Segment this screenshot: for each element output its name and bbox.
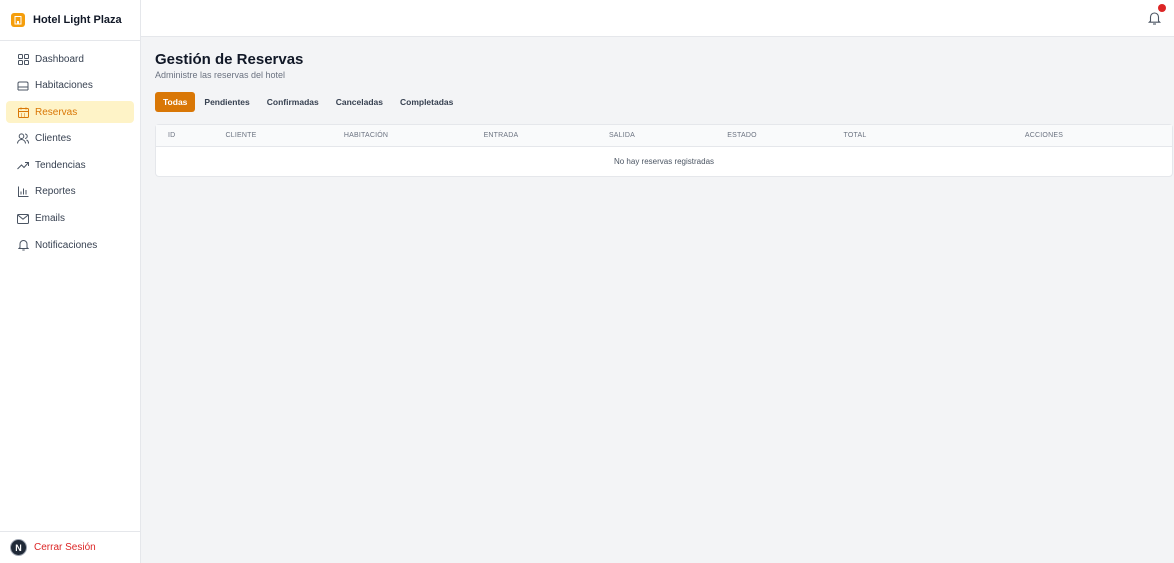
sidebar-item-tendencias[interactable]: Tendencias <box>6 154 134 176</box>
users-icon <box>17 133 29 145</box>
column-header-acciones[interactable]: ACCIONES <box>914 132 1174 139</box>
tab-pendientes[interactable]: Pendientes <box>196 92 257 112</box>
tab-canceladas[interactable]: Canceladas <box>328 92 391 112</box>
mail-icon <box>17 213 29 225</box>
tab-todas[interactable]: Todas <box>155 92 196 112</box>
column-header-estado[interactable]: ESTADO <box>688 132 796 139</box>
page-title: Gestión de Reservas <box>155 51 304 68</box>
tab-confirmadas[interactable]: Confirmadas <box>259 92 327 112</box>
brand-name: Hotel Light Plaza <box>33 14 122 26</box>
bell-icon <box>17 239 29 251</box>
sidebar-item-label: Reservas <box>35 106 78 118</box>
sidebar-item-reportes[interactable]: Reportes <box>6 181 134 203</box>
table-header: ID CLIENTE HABITACIÓN ENTRADA SALIDA EST… <box>156 125 1172 147</box>
column-header-entrada[interactable]: ENTRADA <box>446 132 556 139</box>
brand[interactable]: Hotel Light Plaza <box>0 0 140 41</box>
sidebar-item-dashboard[interactable]: Dashboard <box>6 48 134 70</box>
notifications-button[interactable] <box>1147 4 1166 25</box>
logout-button[interactable]: N Cerrar Sesión <box>0 531 140 563</box>
calendar-icon <box>17 106 29 118</box>
sidebar-item-reservas[interactable]: Reservas <box>6 101 134 124</box>
sidebar-item-label: Clientes <box>35 133 72 145</box>
sidebar-item-emails[interactable]: Emails <box>6 208 134 230</box>
sidebar-nav: Dashboard Habitaciones Reservas Clientes… <box>0 41 140 256</box>
tab-completadas[interactable]: Completadas <box>392 92 461 112</box>
bed-icon <box>17 80 29 92</box>
avatar: N <box>10 539 27 556</box>
column-header-cliente[interactable]: CLIENTE <box>196 132 286 139</box>
column-header-habitacion[interactable]: HABITACIÓN <box>286 132 446 139</box>
sidebar-item-label: Habitaciones <box>35 80 93 92</box>
column-header-total[interactable]: TOTAL <box>796 132 914 139</box>
sidebar-item-label: Reportes <box>35 186 76 198</box>
column-header-salida[interactable]: SALIDA <box>556 132 688 139</box>
sidebar-item-label: Tendencias <box>35 159 86 171</box>
column-header-id[interactable]: ID <box>156 132 196 139</box>
sidebar-item-label: Notificaciones <box>35 239 98 251</box>
page-subtitle: Administre las reservas del hotel <box>155 70 286 80</box>
sidebar-item-clientes[interactable]: Clientes <box>6 128 134 150</box>
logout-label: Cerrar Sesión <box>34 542 96 553</box>
empty-state-message: No hay reservas registradas <box>613 157 715 166</box>
sidebar-item-label: Emails <box>35 213 66 225</box>
grid-icon <box>17 53 29 65</box>
notification-badge <box>1158 4 1166 12</box>
filter-tabs: Todas Pendientes Confirmadas Canceladas … <box>155 92 1172 112</box>
sidebar-item-habitaciones[interactable]: Habitaciones <box>6 75 134 97</box>
hotel-icon <box>11 13 25 27</box>
bar-chart-icon <box>17 186 29 198</box>
sidebar-item-notificaciones[interactable]: Notificaciones <box>6 234 134 256</box>
reservations-table: ID CLIENTE HABITACIÓN ENTRADA SALIDA EST… <box>155 124 1173 177</box>
main-content: Gestión de Reservas Administre las reser… <box>155 51 1173 177</box>
topbar <box>141 0 1174 37</box>
sidebar-item-label: Dashboard <box>35 53 84 65</box>
trend-icon <box>17 159 29 171</box>
sidebar: Hotel Light Plaza Dashboard Habitaciones… <box>0 0 141 563</box>
bell-icon <box>1147 12 1162 25</box>
